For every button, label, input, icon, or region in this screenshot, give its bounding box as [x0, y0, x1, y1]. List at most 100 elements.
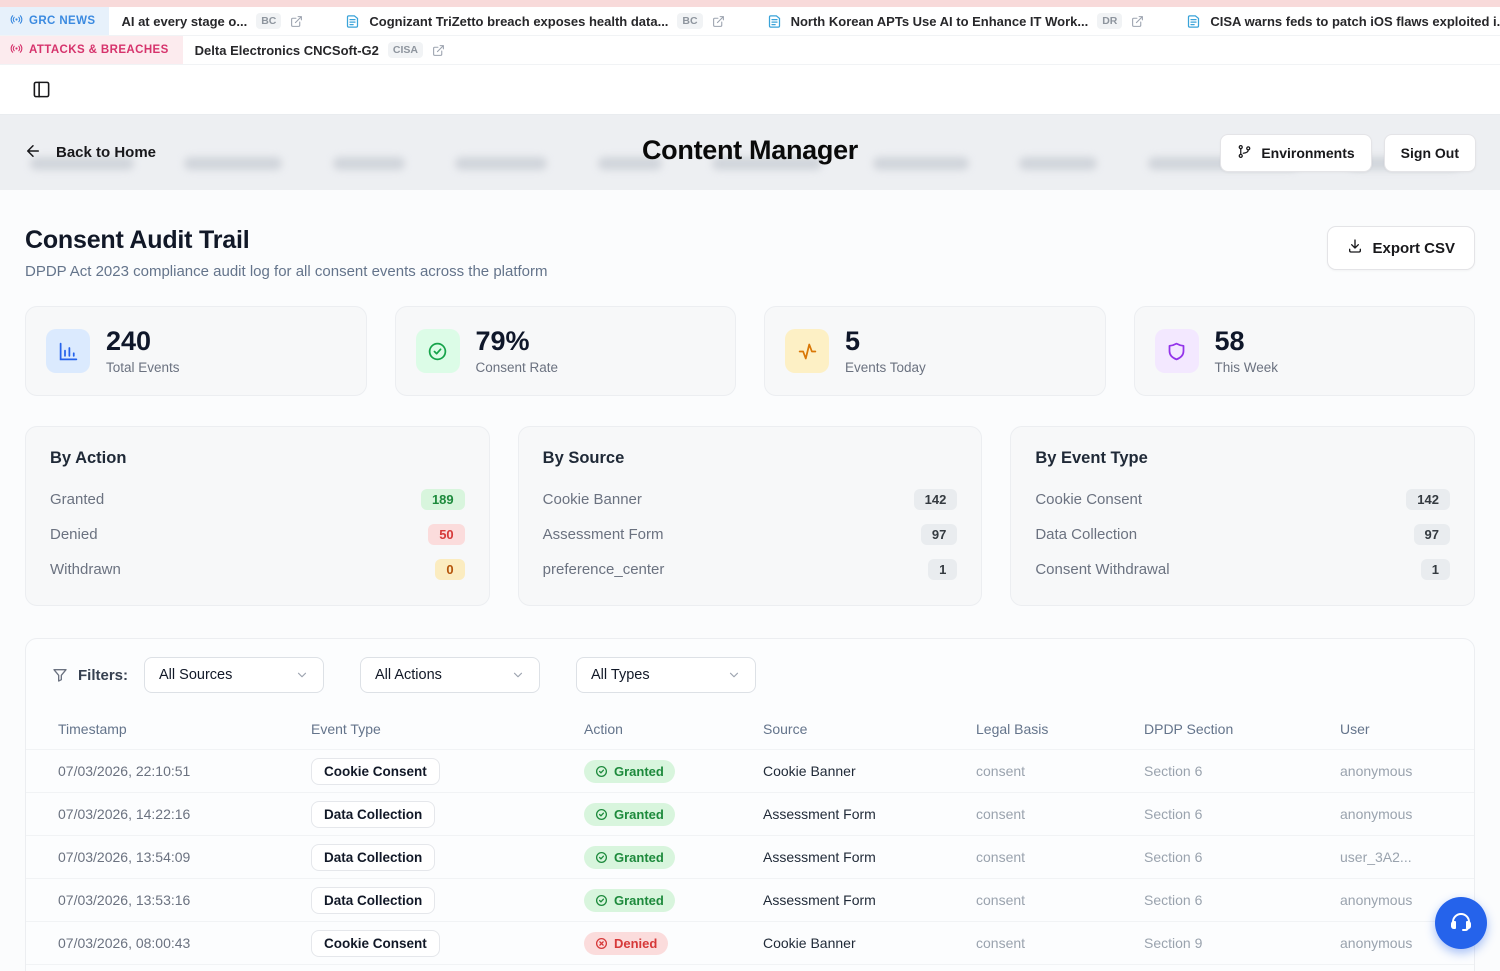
ticker-headline[interactable]: CISA warns feds to patch iOS flaws explo… [1186, 14, 1500, 29]
filter-dropdown-value: All Sources [159, 667, 232, 683]
external-link-icon[interactable] [1131, 15, 1144, 28]
stat-icon [416, 329, 460, 373]
download-icon [1347, 238, 1363, 258]
ticker-headline[interactable]: AI at every stage o... BC [121, 13, 303, 29]
breakdown-card: By Source Cookie Banner 142 Assessment F… [518, 426, 983, 606]
breakdown-item: Cookie Consent 142 [1035, 482, 1450, 517]
ticker-top-strip [0, 0, 1500, 7]
breakdown-card: By Action Granted 189 Denied 50 Withdraw… [25, 426, 490, 606]
stat-icon [46, 329, 90, 373]
breakdown-item-label: Consent Withdrawal [1035, 561, 1169, 578]
stat-label: This Week [1215, 360, 1279, 375]
stat-label: Total Events [106, 360, 180, 375]
document-icon [767, 14, 782, 29]
cell-dpdp-section: Section 9 [1144, 935, 1340, 951]
app-header: Back to Home Content Manager Environment… [0, 114, 1500, 190]
col-header-action: Action [584, 721, 763, 737]
action-status-icon [595, 937, 608, 950]
ticker-headline-text: Delta Electronics CNCSoft-G2 [195, 43, 379, 58]
table-row[interactable]: 07/03/2026, 22:10:51 Cookie Consent Gran… [26, 749, 1474, 792]
cell-source: Cookie Banner [763, 935, 976, 951]
ticker-headline[interactable]: North Korean APTs Use AI to Enhance IT W… [767, 13, 1145, 29]
sign-out-button[interactable]: Sign Out [1384, 134, 1476, 172]
count-badge: 1 [928, 559, 957, 580]
action-status-icon [595, 894, 608, 907]
stat-label: Consent Rate [476, 360, 559, 375]
breakdown-title: By Source [543, 449, 958, 468]
stat-card: 5 Events Today [764, 306, 1106, 396]
col-header-timestamp: Timestamp [58, 721, 311, 737]
count-badge: 50 [428, 524, 464, 545]
col-header-legal-basis: Legal Basis [976, 721, 1144, 737]
ticker-label-grc-news: GRC NEWS [0, 7, 109, 35]
action-badge: Denied [584, 932, 668, 955]
table-row[interactable]: 07/03/2026, 13:54:09 Data Collection Gra… [26, 835, 1474, 878]
cell-legal-basis: consent [976, 892, 1144, 908]
count-badge: 97 [1414, 524, 1450, 545]
col-header-event-type: Event Type [311, 721, 584, 737]
cell-user: anonymous [1340, 806, 1474, 822]
cell-timestamp: 07/03/2026, 13:54:09 [58, 849, 311, 865]
breakdown-item: Denied 50 [50, 517, 465, 552]
filter-dropdown[interactable]: All Sources [144, 657, 324, 693]
external-link-icon[interactable] [432, 44, 445, 57]
source-badge: BC [256, 13, 281, 29]
ticker-label-attacks-breaches: ATTACKS & BREACHES [0, 36, 183, 64]
table-row[interactable]: 06/03/2026, 23:54:16 Cookie Consent Gran… [26, 964, 1474, 971]
ticker-headline[interactable]: Delta Electronics CNCSoft-G2 CISA [195, 42, 445, 58]
breakdown-item-label: Withdrawn [50, 561, 121, 578]
section-title: Consent Audit Trail [25, 226, 548, 255]
cell-timestamp: 07/03/2026, 13:53:16 [58, 892, 311, 908]
col-header-dpdp-section: DPDP Section [1144, 721, 1340, 737]
support-fab-button[interactable] [1435, 897, 1487, 949]
cell-legal-basis: consent [976, 806, 1144, 822]
filter-dropdown-value: All Types [591, 667, 650, 683]
export-csv-button[interactable]: Export CSV [1327, 226, 1475, 270]
cell-source: Assessment Form [763, 806, 976, 822]
filters-label: Filters: [78, 667, 128, 684]
stat-icon [1155, 329, 1199, 373]
count-badge: 0 [435, 559, 464, 580]
filter-dropdown[interactable]: All Types [576, 657, 756, 693]
breakdown-item-label: Data Collection [1035, 526, 1137, 543]
cell-source: Assessment Form [763, 849, 976, 865]
ticker-items: AI at every stage o... BC Cognizant TriZ… [109, 13, 1500, 29]
breakdown-title: By Action [50, 449, 465, 468]
breakdown-item-label: Granted [50, 491, 104, 508]
action-label: Granted [614, 893, 664, 908]
breakdown-list: Granted 189 Denied 50 Withdrawn 0 [50, 482, 465, 587]
filter-selects: All Sources All Actions All Types [144, 657, 756, 693]
stat-value: 58 [1215, 327, 1279, 357]
broadcast-icon [10, 13, 23, 29]
cell-legal-basis: consent [976, 849, 1144, 865]
main-content: Consent Audit Trail DPDP Act 2023 compli… [0, 190, 1500, 971]
col-header-user: User [1340, 721, 1474, 737]
event-type-chip: Cookie Consent [311, 930, 440, 957]
table-row[interactable]: 07/03/2026, 08:00:43 Cookie Consent Deni… [26, 921, 1474, 964]
ticker-headline[interactable]: Cognizant TriZetto breach exposes health… [345, 13, 724, 29]
stat-label: Events Today [845, 360, 926, 375]
chevron-down-icon [727, 668, 741, 682]
external-link-icon[interactable] [290, 15, 303, 28]
environments-label: Environments [1261, 145, 1354, 161]
count-badge: 1 [1421, 559, 1450, 580]
event-type-chip: Data Collection [311, 801, 435, 828]
sidebar-toggle-icon[interactable] [32, 80, 51, 99]
external-link-icon[interactable] [712, 15, 725, 28]
stat-value: 5 [845, 327, 926, 357]
chevron-down-icon [295, 668, 309, 682]
environments-button[interactable]: Environments [1220, 134, 1371, 172]
table-row[interactable]: 07/03/2026, 14:22:16 Data Collection Gra… [26, 792, 1474, 835]
cell-dpdp-section: Section 6 [1144, 849, 1340, 865]
cell-source: Cookie Banner [763, 763, 976, 779]
action-badge: Granted [584, 889, 675, 912]
source-badge: DR [1097, 13, 1122, 29]
ticker-headline-text: CISA warns feds to patch iOS flaws explo… [1210, 14, 1500, 29]
action-status-icon [595, 808, 608, 821]
action-badge: Granted [584, 846, 675, 869]
table-row[interactable]: 07/03/2026, 13:53:16 Data Collection Gra… [26, 878, 1474, 921]
filter-dropdown-value: All Actions [375, 667, 442, 683]
filter-dropdown[interactable]: All Actions [360, 657, 540, 693]
cell-user: anonymous [1340, 763, 1474, 779]
ticker-row-attacks: ATTACKS & BREACHES Delta Electronics CNC… [0, 36, 1500, 65]
